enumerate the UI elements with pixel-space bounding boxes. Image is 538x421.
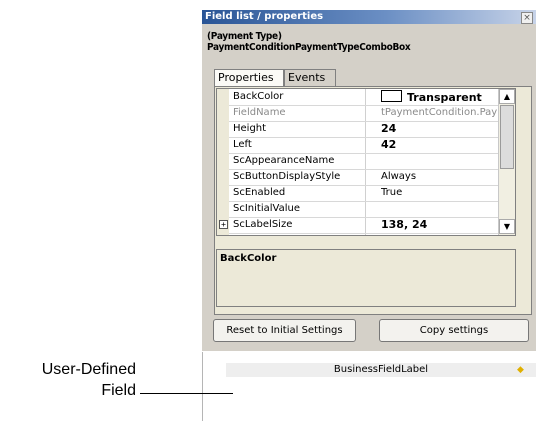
- property-row-sclabelsize[interactable]: + ScLabelSize 138, 24: [219, 217, 515, 234]
- callout-leader-line: [140, 393, 233, 394]
- property-value[interactable]: Transparent: [381, 90, 515, 105]
- property-row-backcolor[interactable]: BackColor Transparent: [229, 89, 515, 106]
- property-row-scinitialvalue[interactable]: ScInitialValue: [229, 201, 515, 218]
- callout-line-2: Field: [101, 382, 136, 399]
- property-row-fieldname[interactable]: FieldName tPaymentCondition.PaymentC: [229, 105, 515, 122]
- property-value[interactable]: Always: [381, 170, 515, 184]
- property-name: ScButtonDisplayStyle: [233, 171, 341, 182]
- copy-settings-button[interactable]: Copy settings: [379, 319, 529, 342]
- property-value[interactable]: 24: [381, 122, 515, 136]
- scroll-down-icon[interactable]: ▼: [499, 219, 515, 234]
- field-name: PaymentConditionPaymentTypeComboBox: [207, 42, 411, 53]
- selected-field-header: (Payment Type) PaymentConditionPaymentTy…: [207, 31, 411, 53]
- property-row-scbuttondisplaystyle[interactable]: ScButtonDisplayStyle Always: [229, 169, 515, 186]
- callout-line-1: User-Defined: [41, 361, 136, 378]
- description-pane: BackColor: [216, 249, 516, 307]
- property-name: BackColor: [233, 91, 284, 102]
- property-row-left[interactable]: Left 42: [229, 137, 515, 154]
- marker-icon: ◆: [517, 365, 524, 375]
- field-list-properties-panel: Field list / properties × (Payment Type)…: [202, 10, 536, 351]
- property-name: Height: [233, 123, 267, 134]
- property-value[interactable]: tPaymentCondition.PaymentC: [381, 106, 515, 120]
- business-field-label[interactable]: BusinessFieldLabel: [226, 363, 536, 377]
- property-value[interactable]: True: [381, 186, 515, 200]
- tab-events[interactable]: Events: [284, 69, 336, 86]
- panel-titlebar[interactable]: Field list / properties ×: [202, 10, 536, 24]
- description-title: BackColor: [220, 253, 277, 264]
- form-edge-line: [202, 352, 203, 421]
- close-icon[interactable]: ×: [521, 12, 533, 24]
- property-value[interactable]: 42: [381, 138, 515, 152]
- scroll-up-icon[interactable]: ▲: [499, 89, 515, 104]
- panel-title: Field list / properties: [205, 11, 324, 22]
- property-grid: BackColor Transparent FieldName tPayment…: [216, 88, 516, 236]
- tab-properties[interactable]: Properties: [214, 69, 284, 87]
- property-name: ScLabelSize: [233, 219, 293, 230]
- vertical-scrollbar[interactable]: ▲ ▼: [498, 89, 515, 235]
- property-name: ScInitialValue: [233, 203, 300, 214]
- property-name: ScEnabled: [233, 187, 286, 198]
- field-caption: (Payment Type): [207, 31, 282, 42]
- property-row-scenabled[interactable]: ScEnabled True: [229, 185, 515, 202]
- color-value-text: Transparent: [407, 91, 482, 104]
- property-row-height[interactable]: Height 24: [229, 121, 515, 138]
- property-row-scappearancename[interactable]: ScAppearanceName: [229, 153, 515, 170]
- expand-icon[interactable]: +: [219, 220, 228, 229]
- property-name: ScAppearanceName: [233, 155, 335, 166]
- scroll-thumb[interactable]: [500, 105, 514, 169]
- property-name: Left: [233, 139, 252, 150]
- reset-initial-settings-button[interactable]: Reset to Initial Settings: [213, 319, 356, 342]
- color-swatch: [381, 90, 402, 102]
- property-name: FieldName: [233, 107, 286, 118]
- grid-gutter: [217, 89, 229, 235]
- property-value[interactable]: 138, 24: [381, 218, 515, 232]
